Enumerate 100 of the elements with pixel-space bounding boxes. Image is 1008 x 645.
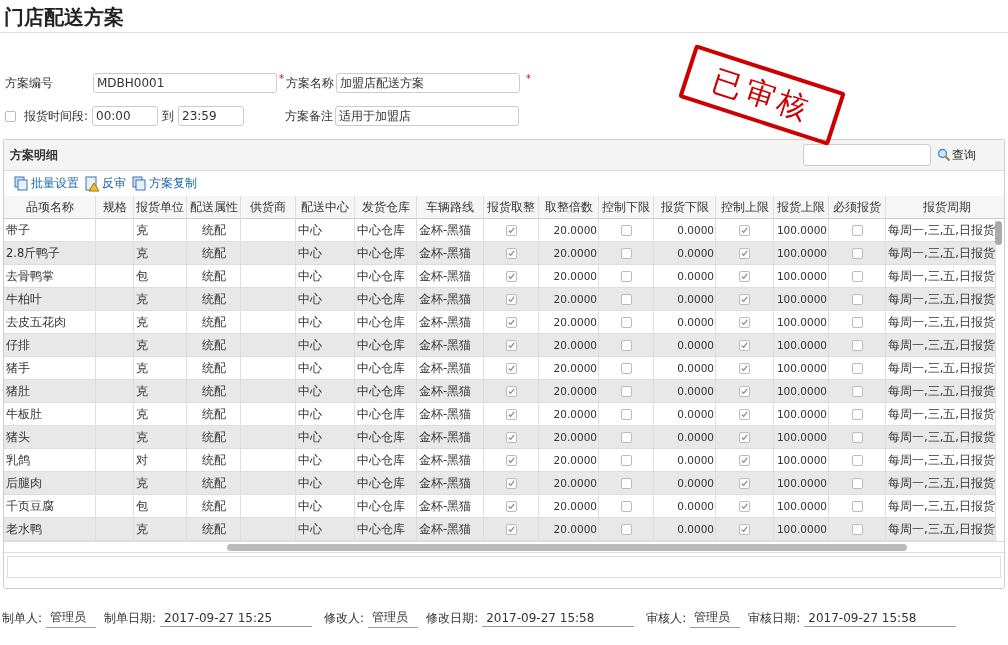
checkbox[interactable]	[851, 362, 863, 374]
checkbox[interactable]	[739, 500, 750, 512]
search-field[interactable]	[803, 144, 931, 166]
checkbox[interactable]	[620, 362, 632, 374]
checkbox[interactable]	[851, 454, 863, 466]
toolbar-button[interactable]: 反审	[85, 176, 126, 191]
column-header[interactable]: 控制上限	[716, 196, 774, 219]
table-cell: 中心仓库	[355, 288, 417, 311]
footer-value: 管理员	[46, 609, 97, 628]
checkbox[interactable]	[620, 247, 632, 259]
toolbar-button[interactable]: 方案复制	[132, 176, 197, 191]
checkbox[interactable]	[620, 431, 632, 443]
column-header[interactable]: 品项名称	[4, 196, 96, 219]
column-header[interactable]: 报货取整	[484, 196, 539, 219]
checkbox[interactable]	[505, 477, 517, 489]
column-header[interactable]: 供货商	[241, 196, 296, 219]
column-header[interactable]: 报货周期	[886, 196, 1004, 219]
checkbox[interactable]	[739, 431, 750, 443]
checkbox[interactable]	[739, 247, 750, 259]
checkbox[interactable]	[620, 523, 632, 535]
checkbox[interactable]	[851, 224, 863, 236]
column-header[interactable]: 规格	[96, 196, 134, 219]
table-cell: 每周一,三,五,日报货	[886, 288, 996, 311]
table-cell: 2.8斤鸭子	[4, 242, 96, 265]
checkbox[interactable]	[851, 408, 863, 420]
checkbox[interactable]	[620, 500, 632, 512]
checkbox[interactable]	[505, 523, 517, 535]
checkbox[interactable]	[739, 339, 750, 351]
column-header[interactable]: 必须报货	[829, 196, 886, 219]
table-cell: 0.0000	[654, 518, 716, 541]
checkbox[interactable]	[620, 408, 632, 420]
checkbox[interactable]	[505, 247, 517, 259]
checkbox[interactable]	[851, 500, 863, 512]
checkbox[interactable]	[620, 477, 632, 489]
column-header[interactable]: 发货仓库	[355, 196, 417, 219]
table-cell: 中心	[296, 288, 355, 311]
checkbox[interactable]	[739, 224, 750, 236]
checkbox[interactable]	[505, 362, 517, 374]
checkbox[interactable]	[739, 270, 750, 282]
column-header[interactable]: 控制下限	[599, 196, 654, 219]
checkbox[interactable]	[739, 523, 750, 535]
checkbox[interactable]	[739, 293, 750, 305]
checkbox[interactable]	[505, 408, 517, 420]
checkbox[interactable]	[739, 477, 750, 489]
checkbox[interactable]	[505, 385, 517, 397]
column-header[interactable]: 报货单位	[134, 196, 187, 219]
table-cell: 中心	[296, 518, 355, 541]
checkbox[interactable]	[505, 454, 517, 466]
checkbox[interactable]	[620, 385, 632, 397]
table-cell: 金杯-黑猫	[417, 242, 484, 265]
toolbar-button[interactable]: 批量设置	[14, 176, 79, 191]
checkbox[interactable]	[851, 316, 863, 328]
column-header[interactable]: 配送属性	[187, 196, 241, 219]
checkbox[interactable]	[5, 110, 16, 122]
table-cell: 克	[134, 426, 187, 449]
input-field[interactable]: 适用于加盟店	[335, 106, 519, 126]
checkbox[interactable]	[851, 477, 863, 489]
table-cell: 20.0000	[539, 288, 599, 311]
checkbox[interactable]	[739, 454, 750, 466]
checkbox[interactable]	[620, 293, 632, 305]
time-field[interactable]: 00:00	[92, 106, 159, 126]
checkbox[interactable]	[505, 270, 517, 282]
column-header[interactable]: 取整倍数	[539, 196, 599, 219]
checkbox[interactable]	[739, 316, 750, 328]
checkbox[interactable]	[620, 454, 632, 466]
horizontal-scrollbar[interactable]	[227, 544, 907, 551]
checkbox[interactable]	[851, 339, 863, 351]
input-field[interactable]: MDBH0001	[93, 73, 277, 93]
checkbox[interactable]	[505, 431, 517, 443]
checkbox[interactable]	[739, 408, 750, 420]
checkbox[interactable]	[851, 385, 863, 397]
search-button[interactable]: 查询	[937, 146, 976, 164]
checkbox[interactable]	[851, 247, 863, 259]
checkbox[interactable]	[851, 293, 863, 305]
checkbox[interactable]	[620, 224, 632, 236]
checkbox[interactable]	[505, 224, 517, 236]
checkbox[interactable]	[739, 362, 750, 374]
time-field[interactable]: 23:59	[178, 106, 245, 126]
checkbox[interactable]	[620, 316, 632, 328]
column-header[interactable]: 报货下限	[654, 196, 716, 219]
checkbox[interactable]	[505, 500, 517, 512]
column-header[interactable]: 报货上限	[774, 196, 829, 219]
checkbox[interactable]	[851, 523, 863, 535]
range-label: 到	[162, 107, 175, 125]
checkbox[interactable]	[505, 316, 517, 328]
checkbox[interactable]	[739, 385, 750, 397]
checkbox[interactable]	[620, 270, 632, 282]
checkbox[interactable]	[851, 431, 863, 443]
vertical-scrollbar[interactable]	[995, 221, 1002, 245]
checkbox[interactable]	[505, 293, 517, 305]
table-cell: 克	[134, 472, 187, 495]
checkbox[interactable]	[505, 339, 517, 351]
checkbox[interactable]	[620, 339, 632, 351]
table-cell: 统配	[187, 380, 241, 403]
column-header[interactable]: 配送中心	[296, 196, 355, 219]
column-header[interactable]: 车辆路线	[417, 196, 484, 219]
table-cell: 每周一,三,五,日报货	[886, 426, 996, 449]
table-cell: 100.0000	[774, 472, 829, 495]
input-field[interactable]: 加盟店配送方案	[336, 73, 520, 93]
checkbox[interactable]	[851, 270, 863, 282]
